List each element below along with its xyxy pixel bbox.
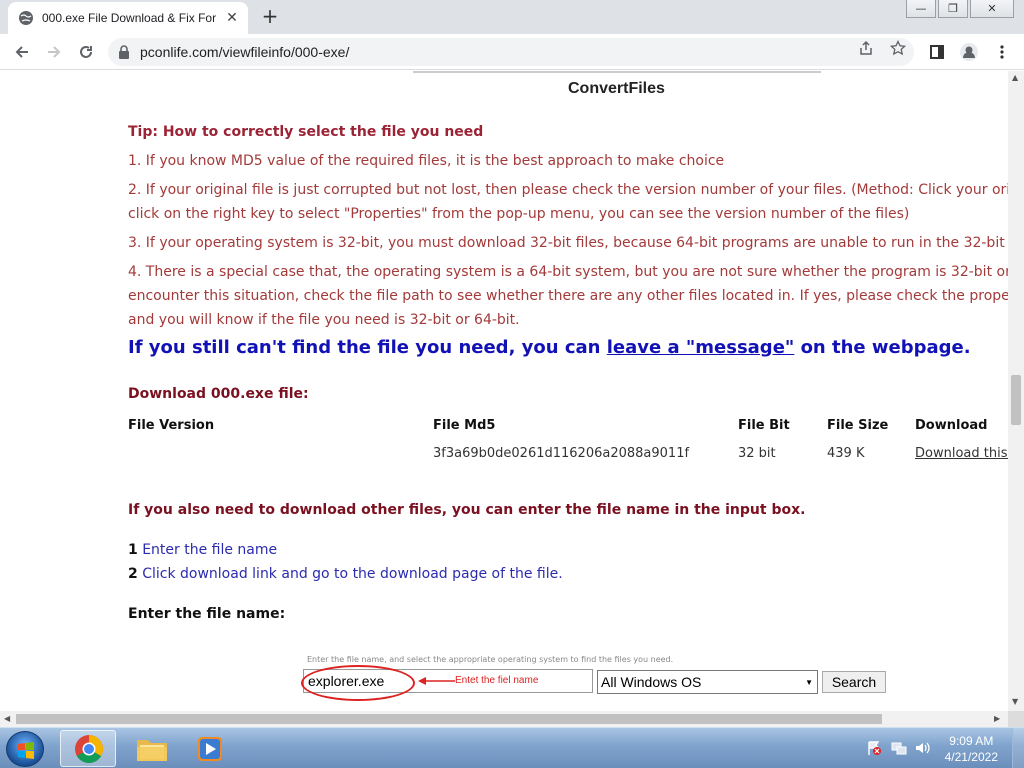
media-player-icon: [198, 737, 222, 761]
clock-time: 9:09 AM: [949, 734, 994, 748]
leave-message-link[interactable]: leave a "message": [607, 337, 795, 358]
network-icon[interactable]: [891, 740, 907, 756]
windows-taskbar: 9:09 AM 4/21/2022: [0, 727, 1024, 768]
enter-name-label: Enter the file name:: [128, 606, 286, 622]
cell-bit: 32 bit: [738, 446, 776, 461]
new-tab-button[interactable]: +: [260, 6, 280, 26]
back-button[interactable]: [10, 40, 34, 64]
globe-icon: [19, 11, 33, 25]
search-button[interactable]: Search: [822, 671, 886, 693]
horizontal-scroll-thumb[interactable]: [16, 714, 882, 724]
taskbar-chrome[interactable]: [60, 730, 116, 767]
windows-logo-icon: [18, 742, 34, 759]
download-link[interactable]: Download this f: [915, 446, 1008, 461]
forward-button[interactable]: [42, 40, 66, 64]
cell-md5: 3f3a69b0de0261d116206a2088a9011f: [433, 446, 690, 461]
tip-item: encounter this situation, check the file…: [128, 288, 1008, 304]
volume-icon[interactable]: [914, 740, 930, 756]
annotation-text: Entet the fiel name: [455, 675, 539, 686]
forward-arrow-icon: [48, 46, 61, 58]
col-header-version: File Version: [128, 418, 215, 433]
folder-icon: [137, 740, 167, 761]
taskbar-explorer[interactable]: [124, 730, 180, 767]
close-window-button[interactable]: ✕: [970, 0, 1014, 18]
minimize-button[interactable]: —: [906, 0, 936, 18]
tip-item: 3. If your operating system is 32-bit, y…: [128, 235, 1008, 251]
tip-item: 4. There is a special case that, the ope…: [128, 264, 1008, 280]
browser-toolbar: pconlife.com/viewfileinfo/000-exe/: [0, 34, 1024, 70]
scrollbar-corner: [1008, 711, 1024, 727]
scroll-right-icon[interactable]: ▶: [994, 714, 1000, 723]
tip-item: click on the right key to select "Proper…: [128, 206, 910, 222]
vertical-scrollbar[interactable]: ▲ ▼: [1008, 71, 1024, 711]
step-item: 1 Enter the file name: [128, 542, 277, 558]
back-arrow-icon: [15, 46, 28, 58]
os-selected-value: All Windows OS: [601, 674, 702, 690]
step-text: Enter the file name: [142, 542, 278, 558]
download-title: Download 000.exe file:: [128, 386, 309, 402]
search-hint: Enter the file name, and select the appr…: [307, 655, 674, 664]
scroll-down-icon[interactable]: ▼: [1012, 697, 1018, 706]
show-desktop-button[interactable]: [1012, 728, 1024, 768]
menu-kebab-icon[interactable]: [991, 41, 1013, 63]
step-number: 1: [128, 542, 138, 558]
clock-date: 4/21/2022: [944, 750, 998, 764]
dropdown-caret-icon: ▼: [805, 677, 813, 687]
browser-tab[interactable]: 000.exe File Download & Fix For ✕: [8, 2, 248, 34]
tab-title: 000.exe File Download & Fix For: [42, 11, 217, 25]
side-panel-icon[interactable]: [926, 41, 948, 63]
message-suffix: on the webpage.: [794, 337, 971, 358]
os-select[interactable]: All Windows OS ▼: [597, 670, 818, 694]
reload-icon: [80, 46, 92, 58]
scroll-up-icon[interactable]: ▲: [1012, 73, 1018, 82]
site-header[interactable]: ConvertFiles: [568, 80, 665, 98]
also-download-text: If you also need to download other files…: [128, 502, 806, 518]
chrome-icon: [75, 735, 103, 763]
col-header-size: File Size: [827, 418, 889, 433]
annotation-arrow-icon: [418, 677, 455, 685]
tip-item: and you will know if the file you need i…: [128, 312, 520, 328]
scroll-left-icon[interactable]: ◀: [4, 714, 10, 723]
restore-button[interactable]: ❐: [938, 0, 968, 18]
col-header-md5: File Md5: [433, 418, 496, 433]
col-header-download: Download: [915, 418, 988, 433]
url-text: pconlife.com/viewfileinfo/000-exe/: [140, 44, 350, 60]
start-button[interactable]: [6, 731, 44, 767]
page-viewport: ConvertFiles Tip: How to correctly selec…: [0, 71, 1008, 711]
cell-size: 439 K: [827, 446, 865, 461]
share-icon[interactable]: [858, 40, 874, 60]
tab-close-icon[interactable]: ✕: [224, 10, 240, 26]
tip-title: Tip: How to correctly select the file yo…: [128, 124, 484, 140]
col-header-bit: File Bit: [738, 418, 790, 433]
reload-button[interactable]: [74, 40, 98, 64]
header-divider: [413, 71, 821, 73]
tip-item: 1. If you know MD5 value of the required…: [128, 153, 725, 169]
tip-item: 2. If your original file is just corrupt…: [128, 182, 1008, 198]
vertical-scroll-thumb[interactable]: [1011, 375, 1021, 425]
horizontal-scrollbar[interactable]: ◀ ▶: [0, 711, 1008, 727]
step-number: 2: [128, 566, 138, 582]
step-item: 2 Click download link and go to the down…: [128, 566, 563, 582]
lock-icon: [119, 45, 129, 59]
profile-avatar-icon[interactable]: [958, 41, 980, 63]
address-bar[interactable]: pconlife.com/viewfileinfo/000-exe/: [108, 38, 914, 66]
message-line: If you still can't find the file you nee…: [128, 337, 971, 358]
message-prefix: If you still can't find the file you nee…: [128, 337, 607, 358]
system-clock[interactable]: 9:09 AM 4/21/2022: [945, 733, 998, 765]
action-center-flag-icon[interactable]: [866, 740, 882, 756]
cell-download: Download this f: [915, 446, 1008, 461]
step-text: Click download link and go to the downlo…: [142, 566, 563, 582]
tab-strip: 000.exe File Download & Fix For ✕ + — ❐ …: [0, 0, 1024, 34]
bookmark-star-icon[interactable]: [889, 39, 907, 60]
taskbar-media-player[interactable]: [182, 730, 238, 767]
window-controls: — ❐ ✕: [906, 0, 1014, 18]
